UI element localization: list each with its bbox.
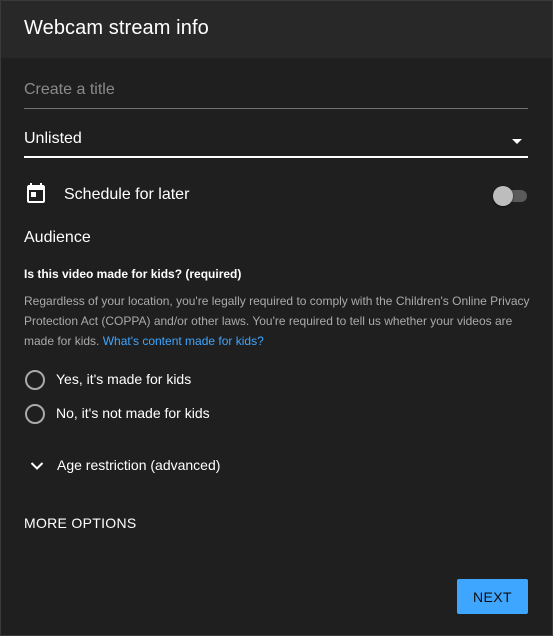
dropdown-arrow-icon xyxy=(512,139,522,144)
dialog-header: Webcam stream info xyxy=(1,1,552,58)
age-restriction-label: Age restriction (advanced) xyxy=(57,457,221,473)
title-field[interactable] xyxy=(24,75,528,109)
description-text: Regardless of your location, you're lega… xyxy=(24,294,530,348)
audience-heading: Audience xyxy=(24,229,91,246)
schedule-label: Schedule for later xyxy=(64,186,190,203)
visibility-select[interactable]: Unlisted xyxy=(24,123,528,158)
stream-info-dialog: Webcam stream info Unlisted Schedule for… xyxy=(0,0,553,636)
radio-no-kids[interactable]: No, it's not made for kids xyxy=(25,402,325,426)
made-for-kids-question: Is this video made for kids? (required) xyxy=(24,267,242,281)
made-for-kids-link[interactable]: What's content made for kids? xyxy=(103,334,264,348)
radio-label: Yes, it's made for kids xyxy=(56,371,192,387)
schedule-toggle[interactable] xyxy=(493,184,529,206)
radio-yes-kids[interactable]: Yes, it's made for kids xyxy=(25,368,325,392)
more-options-button[interactable]: MORE OPTIONS xyxy=(24,515,137,531)
calendar-icon xyxy=(27,183,45,203)
toggle-thumb xyxy=(493,186,513,206)
title-input[interactable] xyxy=(24,81,528,99)
radio-button[interactable] xyxy=(25,370,45,390)
visibility-value: Unlisted xyxy=(24,130,82,147)
dialog-title: Webcam stream info xyxy=(24,17,209,39)
radio-button[interactable] xyxy=(25,404,45,424)
made-for-kids-description: Regardless of your location, you're lega… xyxy=(24,291,532,351)
schedule-row: Schedule for later xyxy=(24,181,529,209)
radio-label: No, it's not made for kids xyxy=(56,405,210,421)
age-restriction-toggle[interactable]: Age restriction (advanced) xyxy=(25,454,325,478)
next-button[interactable]: NEXT xyxy=(457,579,528,614)
chevron-down-icon xyxy=(30,462,44,470)
